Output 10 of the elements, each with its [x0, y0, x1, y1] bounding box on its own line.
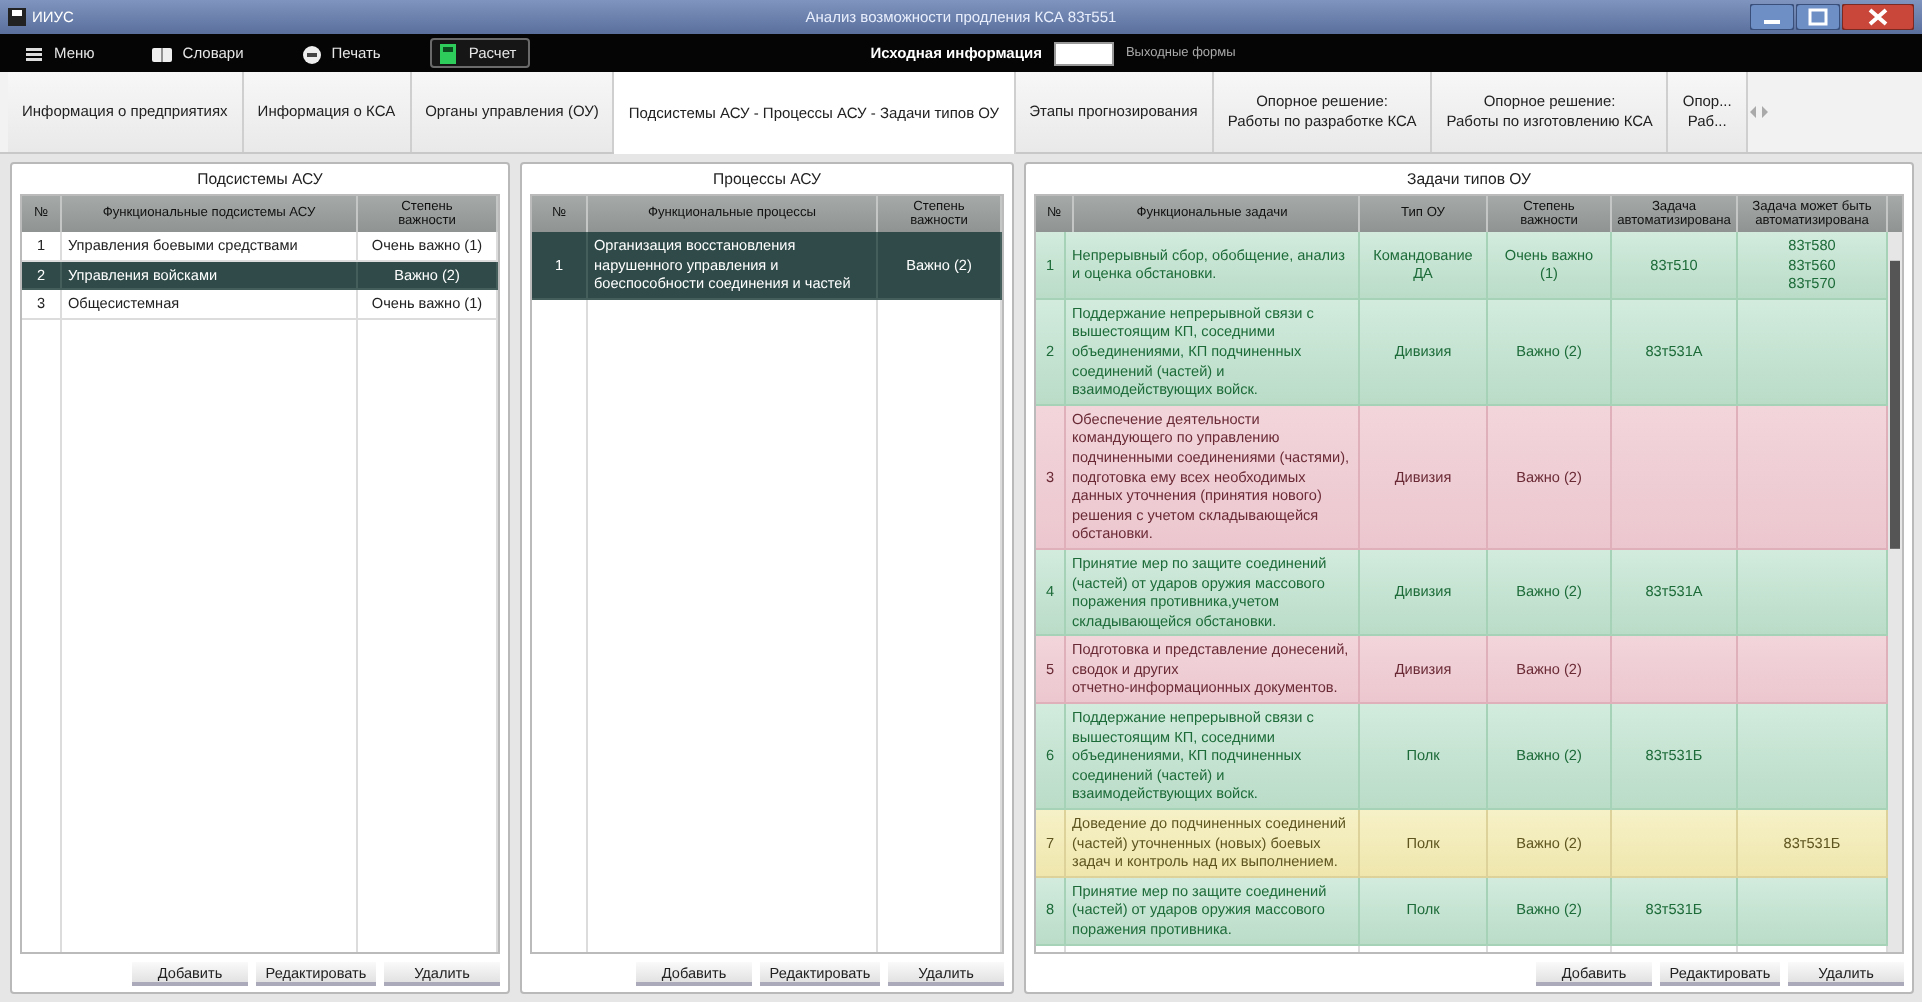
close-button[interactable]	[1842, 4, 1914, 30]
maximize-button[interactable]	[1796, 4, 1840, 30]
table-row[interactable]	[1036, 405, 1888, 550]
mode-switch[interactable]	[1053, 41, 1114, 65]
menu-icon	[24, 43, 44, 63]
calculator-icon	[438, 43, 459, 63]
app-icon	[8, 8, 26, 26]
minimize-button[interactable]	[1750, 4, 1794, 30]
printer-icon	[301, 43, 322, 63]
book-icon	[152, 43, 173, 63]
